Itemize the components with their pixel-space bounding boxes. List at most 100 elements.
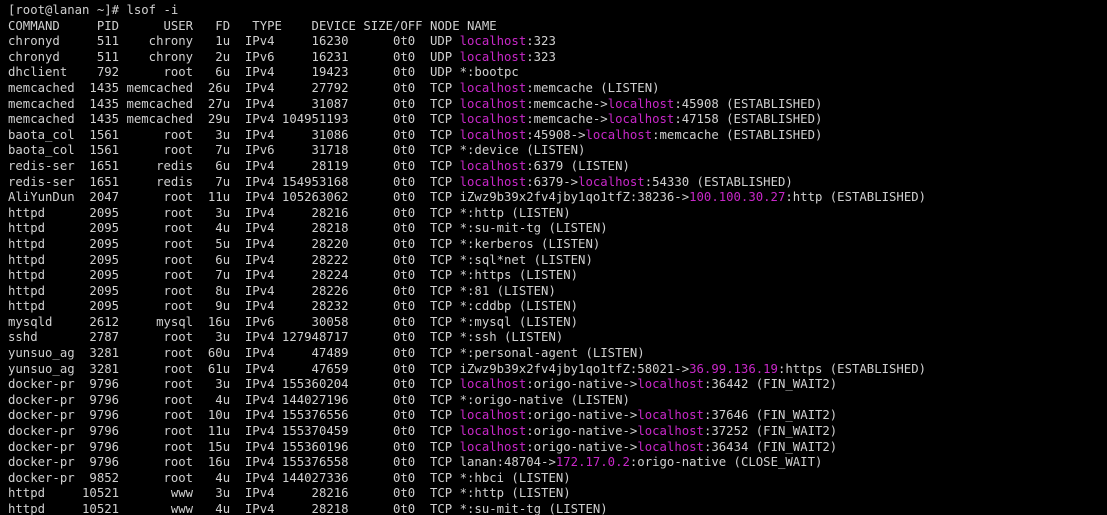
highlighted-host: localhost <box>607 96 675 111</box>
lsof-row: yunsuo_ag 3281 root 60u IPv4 47489 0t0 T… <box>8 346 1107 362</box>
highlighted-host: localhost <box>459 112 527 127</box>
row-text: redis-ser 1651 redis 6u IPv4 28119 0t0 T… <box>8 158 460 173</box>
lsof-row: memcached 1435 memcached 26u IPv4 27792 … <box>8 81 1107 97</box>
row-text: :origo-native-> <box>526 408 638 423</box>
row-text: redis-ser 1651 redis 7u IPv4 154953168 0… <box>8 174 460 189</box>
highlighted-host: 172.17.0.2 <box>555 455 630 470</box>
highlighted-host: localhost <box>607 112 675 127</box>
terminal-output: [root@lanan ~]# lsof -i COMMAND PID USER … <box>8 3 1107 515</box>
shell-prompt: [root@lanan ~]# lsof -i <box>8 3 179 17</box>
row-text: :37252 (FIN_WAIT2) <box>703 424 838 439</box>
row-text: httpd 2095 root 7u IPv4 28224 0t0 TCP *:… <box>8 268 579 283</box>
row-text: :memcache-> <box>526 112 608 127</box>
row-text: dhclient 792 root 6u IPv4 19423 0t0 UDP … <box>8 65 519 80</box>
lsof-row: httpd 2095 root 6u IPv4 28222 0t0 TCP *:… <box>8 253 1107 269</box>
lsof-row: httpd 2095 root 8u IPv4 28226 0t0 TCP *:… <box>8 284 1107 300</box>
highlighted-host: 100.100.30.27 <box>689 190 786 205</box>
lsof-row: baota_col 1561 root 3u IPv4 31086 0t0 TC… <box>8 128 1107 144</box>
lsof-row: yunsuo_ag 3281 root 61u IPv4 47659 0t0 T… <box>8 362 1107 378</box>
highlighted-host: localhost <box>459 80 527 95</box>
row-text: docker-pr 9796 root 11u IPv4 155370459 0… <box>8 424 460 439</box>
highlighted-host: localhost <box>637 408 704 423</box>
row-text: AliYunDun 2047 root 11u IPv4 105263062 0… <box>8 190 690 205</box>
highlighted-host: localhost <box>459 34 527 49</box>
row-text: yunsuo_ag 3281 root 61u IPv4 47659 0t0 T… <box>8 361 690 376</box>
row-text: memcached 1435 memcached 29u IPv4 104951… <box>8 112 460 127</box>
lsof-row: httpd 10521 www 3u IPv4 28216 0t0 TCP *:… <box>8 486 1107 502</box>
lsof-row: memcached 1435 memcached 27u IPv4 31087 … <box>8 97 1107 113</box>
row-text: httpd 2095 root 6u IPv4 28222 0t0 TCP *:… <box>8 252 593 267</box>
lsof-row: baota_col 1561 root 7u IPv6 31718 0t0 TC… <box>8 143 1107 159</box>
row-text: chronyd 511 chrony 1u IPv4 16230 0t0 UDP <box>8 34 460 49</box>
highlighted-host: 36.99.136.19 <box>689 361 778 376</box>
row-text: chronyd 511 chrony 2u IPv6 16231 0t0 UDP <box>8 49 460 64</box>
row-text: :37646 (FIN_WAIT2) <box>703 408 838 423</box>
lsof-row: mysqld 2612 mysql 16u IPv6 30058 0t0 TCP… <box>8 315 1107 331</box>
lsof-row: chronyd 511 chrony 2u IPv6 16231 0t0 UDP… <box>8 50 1107 66</box>
row-text: docker-pr 9796 root 16u IPv4 155376558 0… <box>8 455 556 470</box>
row-text: :https (ESTABLISHED) <box>777 361 927 376</box>
row-text: docker-pr 9796 root 10u IPv4 155376556 0… <box>8 408 460 423</box>
row-text: docker-pr 9796 root 4u IPv4 144027196 0t… <box>8 392 630 407</box>
lsof-row: redis-ser 1651 redis 6u IPv4 28119 0t0 T… <box>8 159 1107 175</box>
row-text: httpd 2095 root 9u IPv4 28232 0t0 TCP *:… <box>8 299 579 314</box>
row-text: memcached 1435 memcached 27u IPv4 31087 … <box>8 96 460 111</box>
highlighted-host: localhost <box>459 96 527 111</box>
row-text: :323 <box>526 34 556 49</box>
lsof-row: redis-ser 1651 redis 7u IPv4 154953168 0… <box>8 175 1107 191</box>
highlighted-host: localhost <box>459 174 527 189</box>
row-text: :origo-native-> <box>526 439 638 454</box>
lsof-row: httpd 2095 root 5u IPv4 28220 0t0 TCP *:… <box>8 237 1107 253</box>
row-text: httpd 10521 www 4u IPv4 28218 0t0 TCP *:… <box>8 502 608 515</box>
row-text: docker-pr 9852 root 4u IPv4 144027336 0t… <box>8 470 571 485</box>
lsof-row: httpd 2095 root 9u IPv4 28232 0t0 TCP *:… <box>8 299 1107 315</box>
highlighted-host: localhost <box>459 377 527 392</box>
terminal-window[interactable]: [root@lanan ~]# lsof -i COMMAND PID USER … <box>0 0 1107 515</box>
row-text: httpd 2095 root 5u IPv4 28220 0t0 TCP *:… <box>8 236 601 251</box>
row-text: :origo-native-> <box>526 377 638 392</box>
lsof-row: docker-pr 9796 root 11u IPv4 155370459 0… <box>8 424 1107 440</box>
lsof-row: sshd 2787 root 3u IPv4 127948717 0t0 TCP… <box>8 330 1107 346</box>
highlighted-host: localhost <box>459 408 527 423</box>
lsof-row: docker-pr 9852 root 4u IPv4 144027336 0t… <box>8 471 1107 487</box>
lsof-rows: chronyd 511 chrony 1u IPv4 16230 0t0 UDP… <box>8 34 1107 515</box>
highlighted-host: localhost <box>578 174 645 189</box>
lsof-row: httpd 2095 root 7u IPv4 28224 0t0 TCP *:… <box>8 268 1107 284</box>
lsof-row: chronyd 511 chrony 1u IPv4 16230 0t0 UDP… <box>8 34 1107 50</box>
lsof-row: httpd 2095 root 4u IPv4 28218 0t0 TCP *:… <box>8 221 1107 237</box>
highlighted-host: localhost <box>459 127 527 142</box>
row-text: httpd 2095 root 4u IPv4 28218 0t0 TCP *:… <box>8 221 608 236</box>
highlighted-host: localhost <box>459 158 527 173</box>
row-text: :45908 (ESTABLISHED) <box>674 96 823 111</box>
row-text: yunsuo_ag 3281 root 60u IPv4 47489 0t0 T… <box>8 346 645 361</box>
lsof-row: httpd 10521 www 4u IPv4 28218 0t0 TCP *:… <box>8 502 1107 515</box>
lsof-row: docker-pr 9796 root 4u IPv4 144027196 0t… <box>8 393 1107 409</box>
row-text: :memcache (LISTEN) <box>526 80 660 95</box>
highlighted-host: localhost <box>637 439 704 454</box>
highlighted-host: localhost <box>585 127 653 142</box>
row-text: docker-pr 9796 root 3u IPv4 155360204 0t… <box>8 377 460 392</box>
row-text: mysqld 2612 mysql 16u IPv6 30058 0t0 TCP… <box>8 314 579 329</box>
row-text: :6379-> <box>526 174 579 189</box>
lsof-row: docker-pr 9796 root 15u IPv4 155360196 0… <box>8 440 1107 456</box>
lsof-row: dhclient 792 root 6u IPv4 19423 0t0 UDP … <box>8 65 1107 81</box>
row-text: httpd 10521 www 3u IPv4 28216 0t0 TCP *:… <box>8 486 571 501</box>
lsof-row: docker-pr 9796 root 10u IPv4 155376556 0… <box>8 408 1107 424</box>
row-text: :323 <box>526 49 556 64</box>
highlighted-host: localhost <box>459 424 527 439</box>
row-text: :54330 (ESTABLISHED) <box>644 174 793 189</box>
row-text: :memcache-> <box>526 96 608 111</box>
row-text: :memcache (ESTABLISHED) <box>652 127 823 142</box>
lsof-row: docker-pr 9796 root 3u IPv4 155360204 0t… <box>8 377 1107 393</box>
row-text: httpd 2095 root 3u IPv4 28216 0t0 TCP *:… <box>8 205 571 220</box>
lsof-row: memcached 1435 memcached 29u IPv4 104951… <box>8 112 1107 128</box>
row-text: :47158 (ESTABLISHED) <box>674 112 823 127</box>
lsof-row: docker-pr 9796 root 16u IPv4 155376558 0… <box>8 455 1107 471</box>
row-text: :http (ESTABLISHED) <box>785 190 927 205</box>
row-text: :45908-> <box>526 127 586 142</box>
row-text: :origo-native-> <box>526 424 638 439</box>
highlighted-host: localhost <box>637 377 704 392</box>
row-text: :36434 (FIN_WAIT2) <box>703 439 838 454</box>
row-text: httpd 2095 root 8u IPv4 28226 0t0 TCP *:… <box>8 283 556 298</box>
highlighted-host: localhost <box>459 439 527 454</box>
